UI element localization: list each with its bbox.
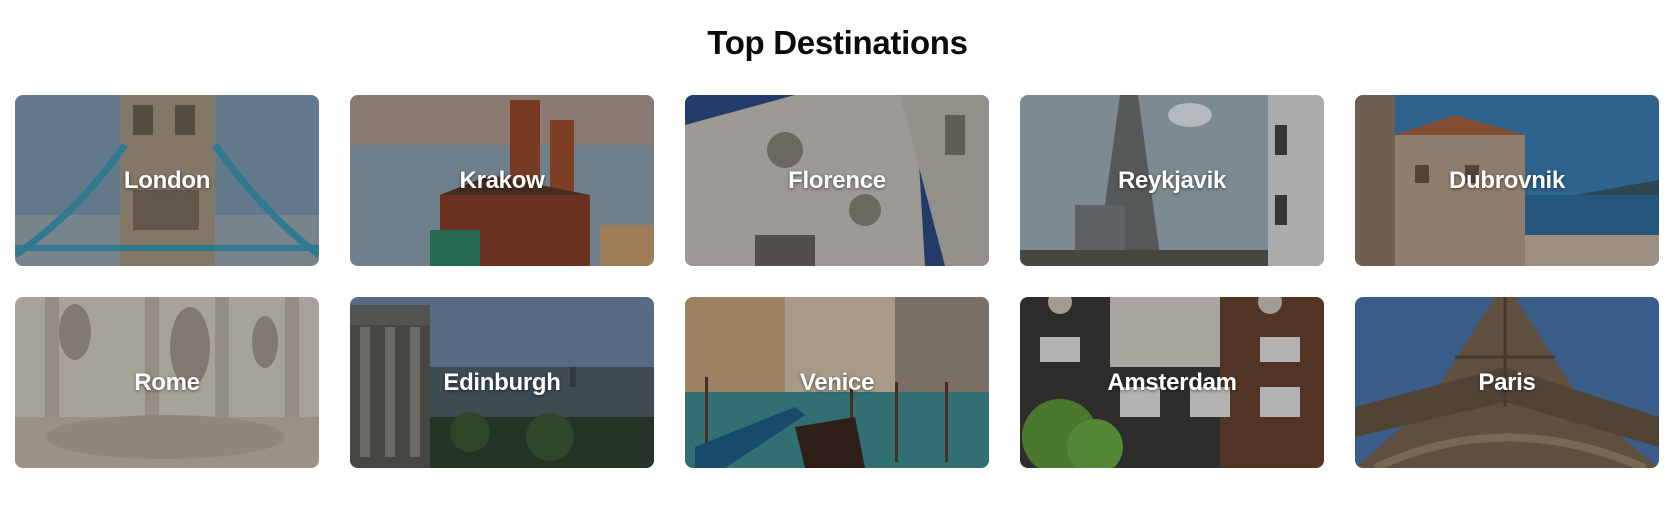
destination-label: Reykjavik xyxy=(1117,166,1227,194)
section-title: Top Destinations xyxy=(707,24,968,61)
destination-card-paris[interactable]: Paris xyxy=(1355,297,1659,468)
destination-label: Rome xyxy=(134,368,200,396)
destination-card-edinburgh[interactable]: Edinburgh xyxy=(350,297,654,468)
destination-card-amsterdam[interactable]: Amsterdam xyxy=(1020,297,1324,468)
top-destinations-section: Top Destinations London Krakow Florence … xyxy=(0,0,1675,510)
destination-label: Venice xyxy=(799,368,875,396)
destination-card-london[interactable]: London xyxy=(15,95,319,266)
destination-label: Amsterdam xyxy=(1107,368,1237,396)
destination-card-krakow[interactable]: Krakow xyxy=(350,95,654,266)
destination-card-florence[interactable]: Florence xyxy=(685,95,989,266)
destination-card-rome[interactable]: Rome xyxy=(15,297,319,468)
destination-label: Dubrovnik xyxy=(1449,166,1565,194)
destination-label: Paris xyxy=(1478,368,1536,396)
destination-label: Krakow xyxy=(459,166,545,194)
destination-card-dubrovnik[interactable]: Dubrovnik xyxy=(1355,95,1659,266)
destination-label: London xyxy=(123,166,211,194)
destination-label: Edinburgh xyxy=(443,368,561,396)
destinations-grid: London Krakow Florence Reykjavik Dubrovn… xyxy=(15,95,1660,468)
destination-card-reykjavik[interactable]: Reykjavik xyxy=(1020,95,1324,266)
destination-label: Florence xyxy=(788,166,886,194)
destination-card-venice[interactable]: Venice xyxy=(685,297,989,468)
